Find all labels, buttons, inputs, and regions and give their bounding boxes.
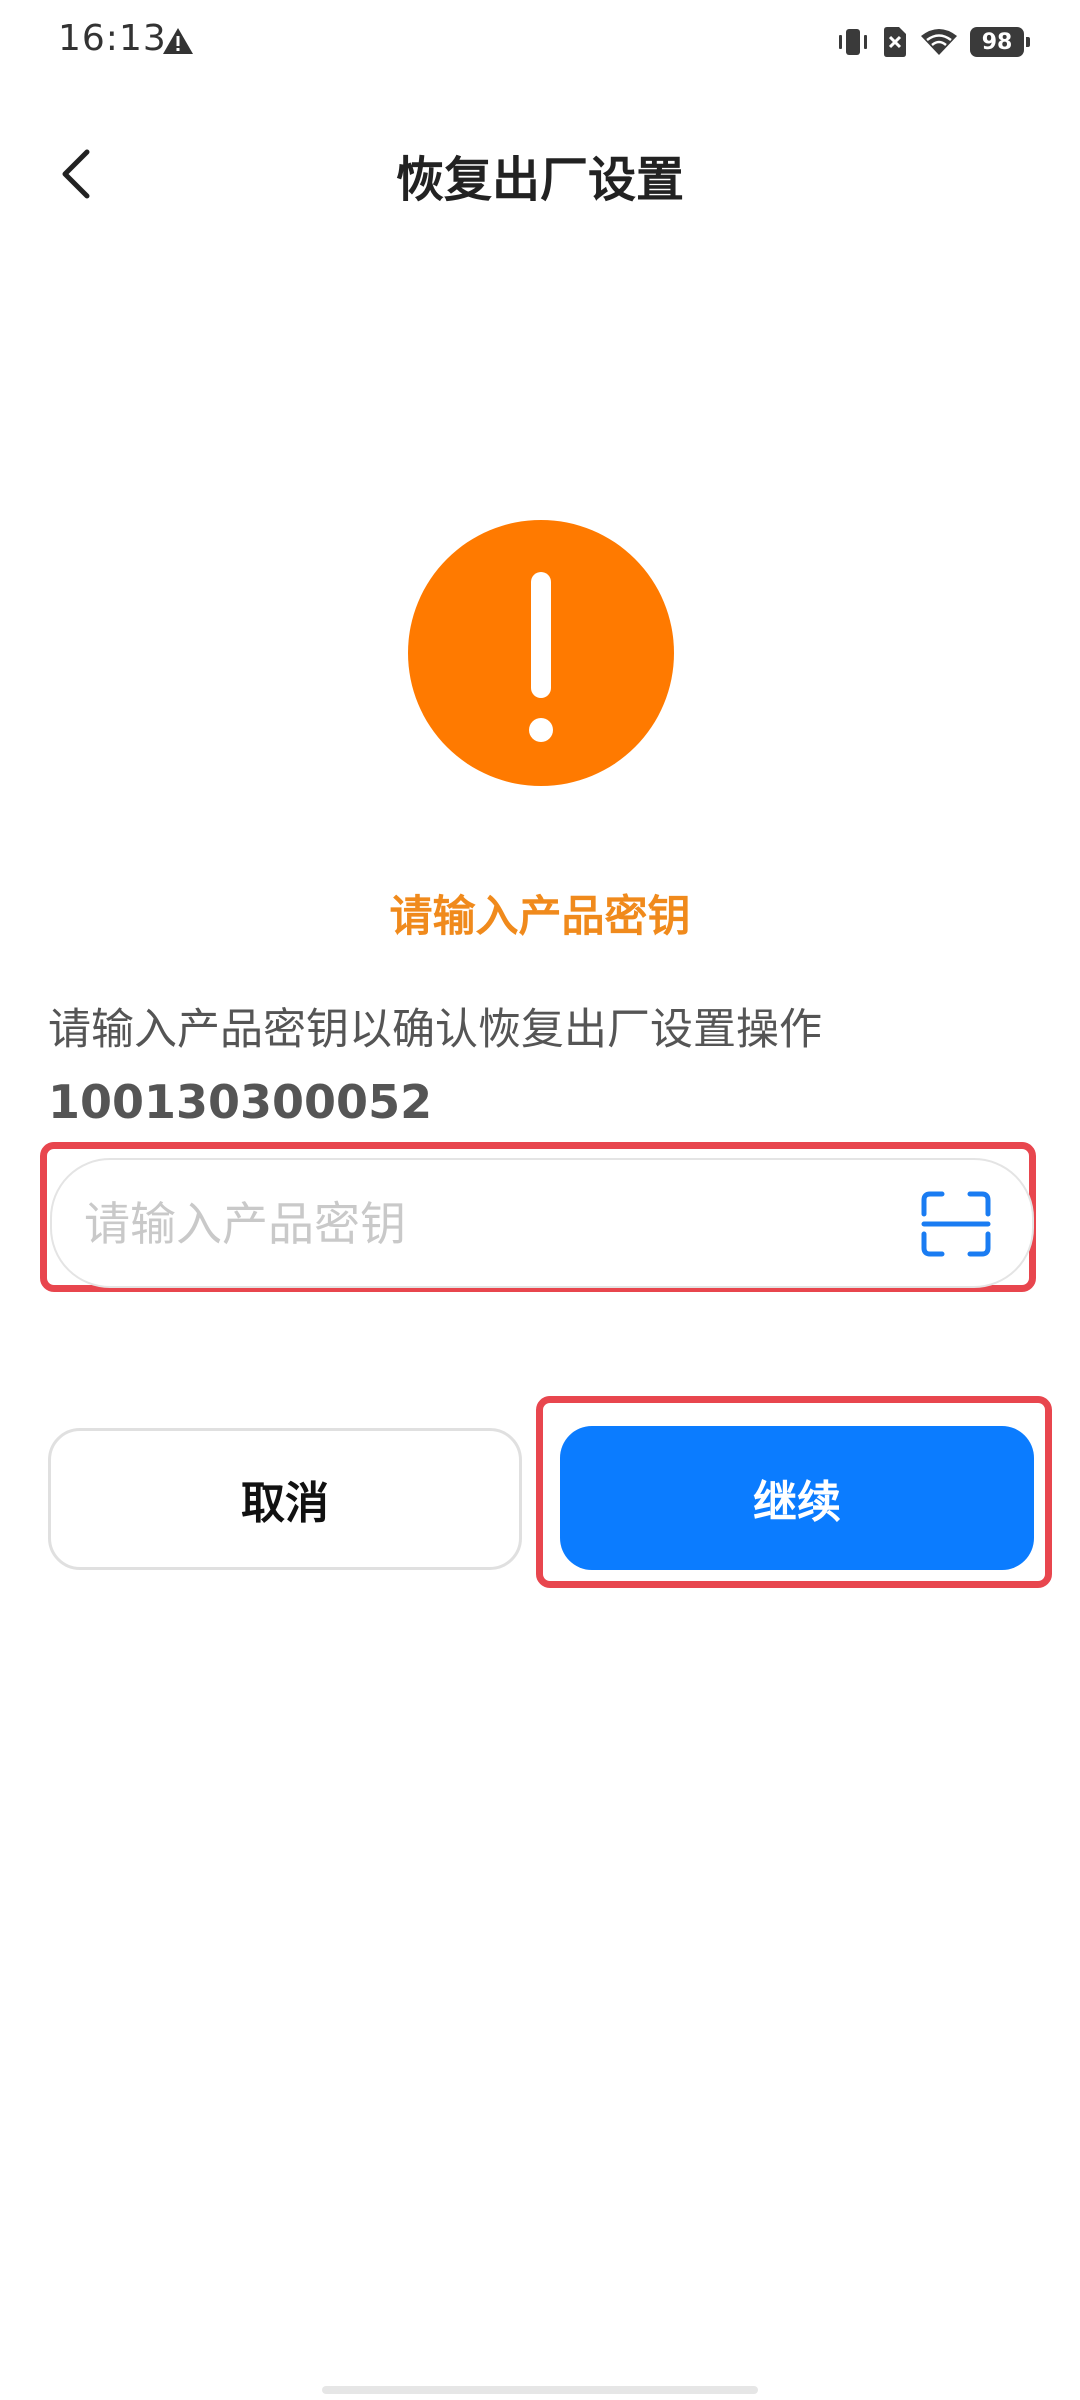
exclamation-circle-icon	[408, 520, 674, 786]
status-time: 16:13	[58, 18, 167, 59]
alert-icon	[163, 28, 193, 54]
battery-icon: 98	[970, 27, 1030, 57]
product-key-field	[50, 1158, 1034, 1288]
no-sim-icon	[884, 27, 906, 57]
factory-reset-screen: 16:13 98 恢复出厂设置 请输入产品密钥 请输入产品密钥以确认恢复出厂设置…	[0, 0, 1080, 2400]
wifi-icon	[921, 29, 957, 55]
prompt-heading: 请输入产品密钥	[389, 892, 691, 942]
page-title: 恢复出厂设置	[395, 152, 684, 208]
continue-button[interactable]: 继续	[560, 1426, 1034, 1570]
product-id: 100130300052	[48, 1075, 433, 1129]
status-bar: 16:13 98	[0, 0, 1080, 84]
exclamation-bar	[531, 572, 551, 698]
cancel-button[interactable]: 取消	[48, 1428, 522, 1570]
status-icons: 98	[836, 22, 1030, 62]
exclamation-dot	[529, 718, 553, 742]
scan-icon	[921, 1191, 991, 1257]
home-indicator[interactable]	[322, 2386, 758, 2394]
product-key-input[interactable]	[82, 1180, 926, 1268]
vibrate-icon	[839, 29, 867, 55]
scan-button[interactable]	[920, 1190, 992, 1258]
instruction-text: 请输入产品密钥以确认恢复出厂设置操作	[48, 1005, 822, 1055]
